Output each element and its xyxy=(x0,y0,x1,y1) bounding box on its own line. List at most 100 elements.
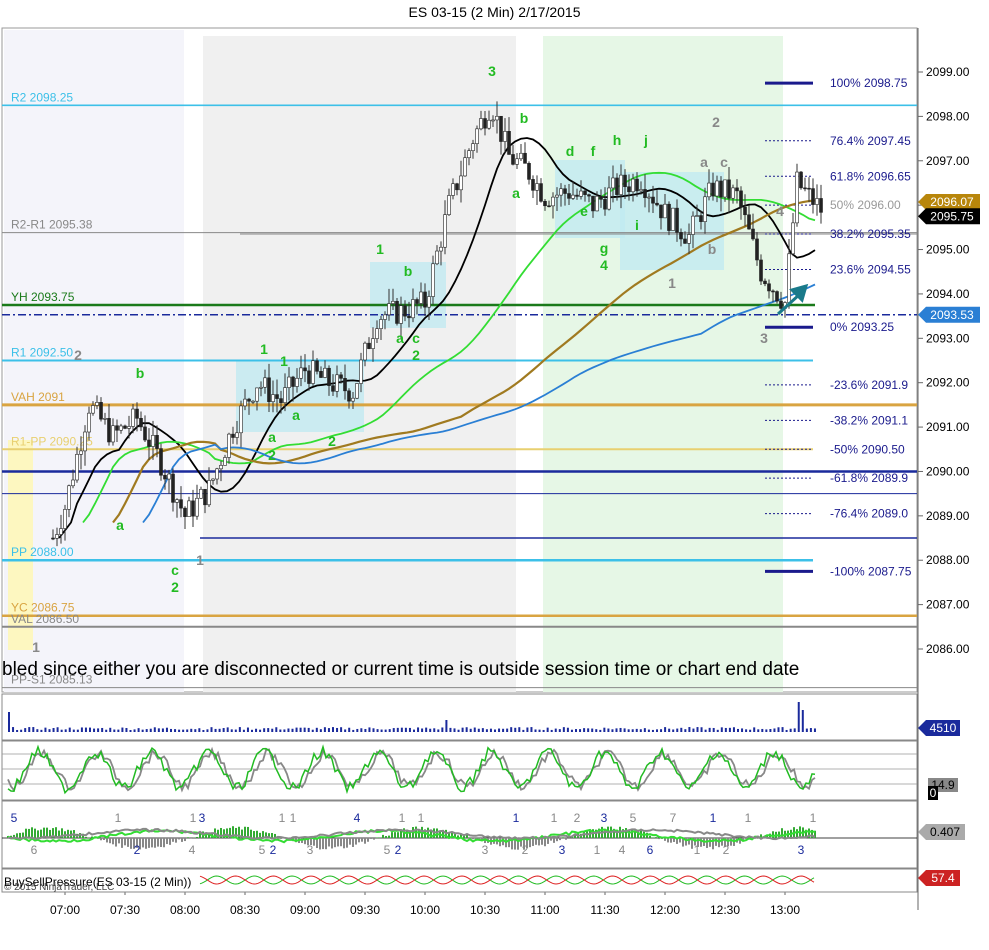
volume-bar xyxy=(761,728,764,732)
wave-label: 1 xyxy=(376,241,384,257)
volume-bar xyxy=(291,728,294,732)
x-tick-label: 12:00 xyxy=(650,903,680,917)
candle-body xyxy=(155,435,159,449)
wave-label: 2 xyxy=(328,433,336,449)
candle-body xyxy=(67,485,71,510)
fib-label: -23.6% 2091.9 xyxy=(830,378,908,392)
volume-bar xyxy=(425,727,428,732)
volume-bar xyxy=(210,727,213,732)
volume-bar xyxy=(234,729,237,732)
volume-bar xyxy=(595,729,598,732)
fib-label: 76.4% 2097.45 xyxy=(830,134,911,148)
wave-label: 3 xyxy=(760,330,768,346)
candle-body xyxy=(303,367,307,372)
momentum-wave-label: 1 xyxy=(418,811,425,825)
volume-bar xyxy=(587,728,590,732)
candle-body xyxy=(271,394,275,402)
volume-bar xyxy=(801,710,804,732)
wave-label: h xyxy=(613,132,622,148)
volume-bar xyxy=(352,729,355,732)
volume-bar xyxy=(660,729,663,732)
volume-bar xyxy=(413,729,415,732)
candle-body xyxy=(523,152,527,164)
candle-body xyxy=(599,195,603,200)
candle-body xyxy=(371,338,375,349)
candle-body xyxy=(119,425,123,431)
x-tick-label: 10:30 xyxy=(470,903,500,917)
candle-body xyxy=(635,178,639,192)
volume-bar xyxy=(473,727,476,732)
candle-body xyxy=(343,378,347,392)
momentum-wave-label: 3 xyxy=(307,843,314,857)
volume-bar xyxy=(672,729,675,732)
level-label: R2 2098.25 xyxy=(11,90,73,104)
candle-body xyxy=(491,119,495,122)
candle-body xyxy=(167,473,171,480)
wave-label: c xyxy=(720,154,728,170)
volume-bar xyxy=(506,728,509,732)
volume-bar xyxy=(376,729,379,732)
volume-bar xyxy=(145,729,148,732)
candle-body xyxy=(359,359,363,384)
volume-bar xyxy=(24,728,27,732)
candle-body xyxy=(631,178,635,193)
volume-bar xyxy=(627,729,630,732)
candle-body xyxy=(699,215,703,222)
wave-label: a xyxy=(512,185,520,201)
wave-label: b xyxy=(708,241,717,257)
volume-bar xyxy=(639,729,642,732)
volume-bar xyxy=(485,729,488,732)
y-tick-label: 2092.00 xyxy=(926,376,970,390)
candle-body xyxy=(719,180,723,198)
volume-bar xyxy=(344,729,347,732)
volume-bar xyxy=(570,729,573,732)
candle-body xyxy=(59,528,63,535)
candle-body xyxy=(199,488,203,499)
candle-body xyxy=(603,199,607,210)
momentum-wave-label: 2 xyxy=(522,843,529,857)
momentum-wave-label: 4 xyxy=(189,843,196,857)
volume-bar xyxy=(182,729,185,732)
price-chart[interactable]: R2 2098.25 R2-R1 2095.38 YH 2093.75 R1 2092… xyxy=(0,0,989,950)
volume-bar xyxy=(765,729,768,732)
candle-body xyxy=(319,371,323,378)
y-tick-label: 2097.00 xyxy=(926,154,970,168)
candle-body xyxy=(191,500,195,517)
momentum-wave-label: 1 xyxy=(115,811,122,825)
volume-bar xyxy=(745,729,748,732)
candle-body xyxy=(555,194,559,198)
candle-body xyxy=(495,115,499,121)
candle-body xyxy=(571,194,575,199)
volume-bar xyxy=(165,727,168,732)
volume-bar xyxy=(769,729,772,732)
volume-bar xyxy=(417,727,420,732)
wave-label: f xyxy=(591,143,596,159)
momentum-wave-label: 1 xyxy=(694,843,701,857)
volume-bar xyxy=(656,729,658,732)
y-tick-label: 2086.00 xyxy=(926,642,970,656)
volume-bar xyxy=(214,728,217,732)
volume-bar xyxy=(583,728,586,732)
volume-bar xyxy=(323,727,326,732)
level-label: R2-R1 2095.38 xyxy=(11,218,93,232)
candle-body xyxy=(51,537,55,540)
volume-bar xyxy=(554,728,557,732)
volume-bar xyxy=(445,720,448,732)
fib-label: 23.6% 2094.55 xyxy=(830,263,911,277)
candle-body xyxy=(79,450,83,455)
candle-body xyxy=(551,196,555,207)
candle-body xyxy=(535,183,539,191)
candle-body xyxy=(383,314,387,320)
stoch-badge-2-label: 0 xyxy=(930,786,937,800)
wave-label: b xyxy=(136,365,145,381)
candle-body xyxy=(71,479,75,487)
wave-label: a xyxy=(292,407,300,423)
x-tick-label: 07:00 xyxy=(50,903,80,917)
volume-bar xyxy=(737,728,739,732)
volume-bar xyxy=(457,729,460,732)
fib-label: 38.2% 2095.35 xyxy=(830,227,911,241)
copyright: © 2015 NinjaTrader, LLC xyxy=(4,882,114,893)
momentum-wave-label: 1 xyxy=(551,811,558,825)
volume-bar xyxy=(429,728,432,732)
volume-bar xyxy=(712,727,715,732)
